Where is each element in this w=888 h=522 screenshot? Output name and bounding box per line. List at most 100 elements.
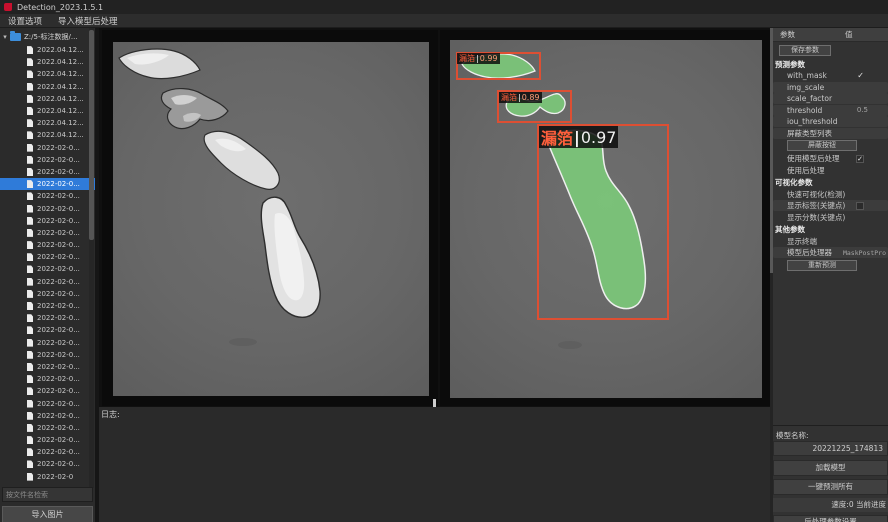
- file-name: 2022-02-0...: [37, 205, 80, 213]
- tree-scrollbar-thumb[interactable]: [89, 30, 94, 240]
- file-list-item[interactable]: 2022-02-0...: [0, 434, 95, 446]
- file-list-item[interactable]: 2022-02-0...: [0, 300, 95, 312]
- tree-scrollbar[interactable]: [89, 28, 94, 488]
- file-name: 2022-02-0...: [37, 290, 80, 298]
- checkbox-empty-icon[interactable]: [856, 202, 864, 210]
- file-list-item[interactable]: 2022-02-0...: [0, 166, 95, 178]
- file-list-item[interactable]: 2022-02-0...: [0, 324, 95, 336]
- file-list-item[interactable]: 2022-02-0...: [0, 410, 95, 422]
- file-list-item[interactable]: 2022.04.12...: [0, 68, 95, 80]
- tree-expand-arrow-icon[interactable]: ▾: [0, 33, 10, 41]
- file-list-item[interactable]: 2022-02-0...: [0, 288, 95, 300]
- postprocessor-value[interactable]: MaskPostPro: [843, 249, 888, 257]
- file-list-item[interactable]: 2022-02-0...: [0, 227, 95, 239]
- file-name: 2022-02-0...: [37, 375, 80, 383]
- param-row-fast-visualize[interactable]: 快速可视化(检测): [773, 189, 888, 200]
- file-list-item[interactable]: 2022.04.12...: [0, 117, 95, 129]
- threshold-value[interactable]: 0.5: [857, 106, 888, 114]
- file-icon: [27, 314, 33, 322]
- import-images-button[interactable]: 导入图片: [2, 506, 93, 522]
- param-row-threshold[interactable]: threshold 0.5: [773, 105, 888, 116]
- file-list-item[interactable]: 2022-02-0...: [0, 263, 95, 275]
- param-row-model-postprocessor[interactable]: 模型后处理器 MaskPostPro: [773, 247, 888, 258]
- file-name: 2022.04.12...: [37, 58, 84, 66]
- tree-root-node[interactable]: ▾ Z:/5-标注数据/...: [0, 30, 95, 43]
- file-icon: [27, 351, 33, 359]
- original-image-panel: [102, 30, 438, 406]
- file-list-item[interactable]: 2022-02-0...: [0, 190, 95, 202]
- param-section-visualization: 可视化参数: [773, 177, 888, 188]
- file-list-item[interactable]: 2022-02-0: [0, 471, 95, 483]
- file-list-item[interactable]: 2022.04.12...: [0, 81, 95, 93]
- file-list-item[interactable]: 2022.04.12...: [0, 93, 95, 105]
- file-list-item[interactable]: 2022-02-0...: [0, 349, 95, 361]
- menu-bar: 设置选项 导入模型后处理: [0, 14, 888, 28]
- menu-settings[interactable]: 设置选项: [8, 15, 42, 27]
- file-list-item[interactable]: 2022-02-0...: [0, 373, 95, 385]
- file-list-item[interactable]: 2022-02-0...: [0, 142, 95, 154]
- file-list-item[interactable]: 2022-02-0...: [0, 361, 95, 373]
- predict-all-button[interactable]: 一键预测所有: [773, 479, 888, 495]
- file-list-item[interactable]: 2022.04.12...: [0, 105, 95, 117]
- header-param: 参数: [773, 28, 845, 41]
- file-icon: [27, 473, 33, 481]
- checkbox-checked-icon[interactable]: ✓: [856, 155, 864, 163]
- load-model-button[interactable]: 加载模型: [773, 460, 888, 476]
- folder-icon: [10, 33, 21, 41]
- file-icon: [27, 436, 33, 444]
- file-list-item[interactable]: 2022-02-0...: [0, 385, 95, 397]
- file-list-item[interactable]: 2022-02-0...: [0, 239, 95, 251]
- menu-import-postprocess[interactable]: 导入模型后处理: [58, 15, 118, 27]
- param-row-scale-factor[interactable]: scale_factor: [773, 93, 888, 104]
- progress-status: 速度:0 当前进度: [773, 498, 888, 512]
- file-list-item[interactable]: 2022-02-0...: [0, 215, 95, 227]
- param-row-show-labels[interactable]: 显示标签(关键点): [773, 200, 888, 211]
- param-row-use-model-postproc[interactable]: 使用模型后处理 ✓: [773, 153, 888, 164]
- file-name: 2022-02-0...: [37, 387, 80, 395]
- check-icon[interactable]: ✓: [857, 71, 888, 80]
- model-name-field[interactable]: 20221225_174813: [773, 441, 888, 456]
- file-name: 2022-02-0...: [37, 265, 80, 273]
- title-bar: Detection_2023.1.5.1: [0, 0, 888, 14]
- file-name: 2022-02-0...: [37, 302, 80, 310]
- param-row-img-scale[interactable]: img_scale: [773, 82, 888, 93]
- param-row-show-terminal[interactable]: 显示终端: [773, 236, 888, 247]
- file-name: 2022-02-0...: [37, 436, 80, 444]
- file-icon: [27, 400, 33, 408]
- file-icon: [27, 95, 33, 103]
- file-list-item[interactable]: 2022.04.12...: [0, 129, 95, 141]
- postprocess-settings-button[interactable]: 后处理参数设置: [773, 515, 888, 522]
- file-list-item[interactable]: 2022.04.12...: [0, 44, 95, 56]
- param-row-with-mask[interactable]: with_mask ✓: [773, 70, 888, 81]
- file-list-item[interactable]: 2022-02-0...: [0, 154, 95, 166]
- file-icon: [27, 217, 33, 225]
- param-row-show-scores[interactable]: 显示分数(关键点): [773, 212, 888, 223]
- file-icon: [27, 424, 33, 432]
- file-icon: [27, 205, 33, 213]
- file-name: 2022-02-0...: [37, 460, 80, 468]
- param-row-iou-threshold[interactable]: iou_threshold: [773, 116, 888, 127]
- file-list-item[interactable]: 2022-02-0...: [0, 312, 95, 324]
- file-list-item[interactable]: 2022-02-0...: [0, 251, 95, 263]
- file-name: 2022-02-0...: [37, 339, 80, 347]
- param-row-mask-type-list[interactable]: 屏蔽类型列表: [773, 128, 888, 139]
- file-list-item[interactable]: 2022-02-0...: [0, 446, 95, 458]
- file-list-item[interactable]: 2022-02-0...: [0, 202, 95, 214]
- param-row-use-postproc[interactable]: 使用后处理: [773, 165, 888, 176]
- search-input[interactable]: [2, 487, 93, 502]
- mask-button[interactable]: 屏蔽按钮: [787, 140, 857, 151]
- file-list-item[interactable]: 2022-02-0...: [0, 276, 95, 288]
- re-predict-button[interactable]: 重新预测: [787, 260, 857, 271]
- file-list-item[interactable]: 2022-02-0...: [0, 178, 95, 190]
- file-name: 2022-02-0...: [37, 351, 80, 359]
- file-list-item[interactable]: 2022-02-0...: [0, 397, 95, 409]
- file-list-item[interactable]: 2022-02-0...: [0, 337, 95, 349]
- original-image[interactable]: [113, 42, 429, 396]
- prediction-image-panel: 漏箔|0.99 漏箔|0.89 漏箔|0.97: [440, 30, 770, 406]
- defect-blobs-graphic: [113, 42, 429, 396]
- file-list-item[interactable]: 2022-02-0...: [0, 458, 95, 470]
- save-params-button[interactable]: 保存参数: [779, 45, 831, 56]
- file-list-item[interactable]: 2022-02-0...: [0, 422, 95, 434]
- file-icon: [27, 448, 33, 456]
- file-list-item[interactable]: 2022.04.12...: [0, 56, 95, 68]
